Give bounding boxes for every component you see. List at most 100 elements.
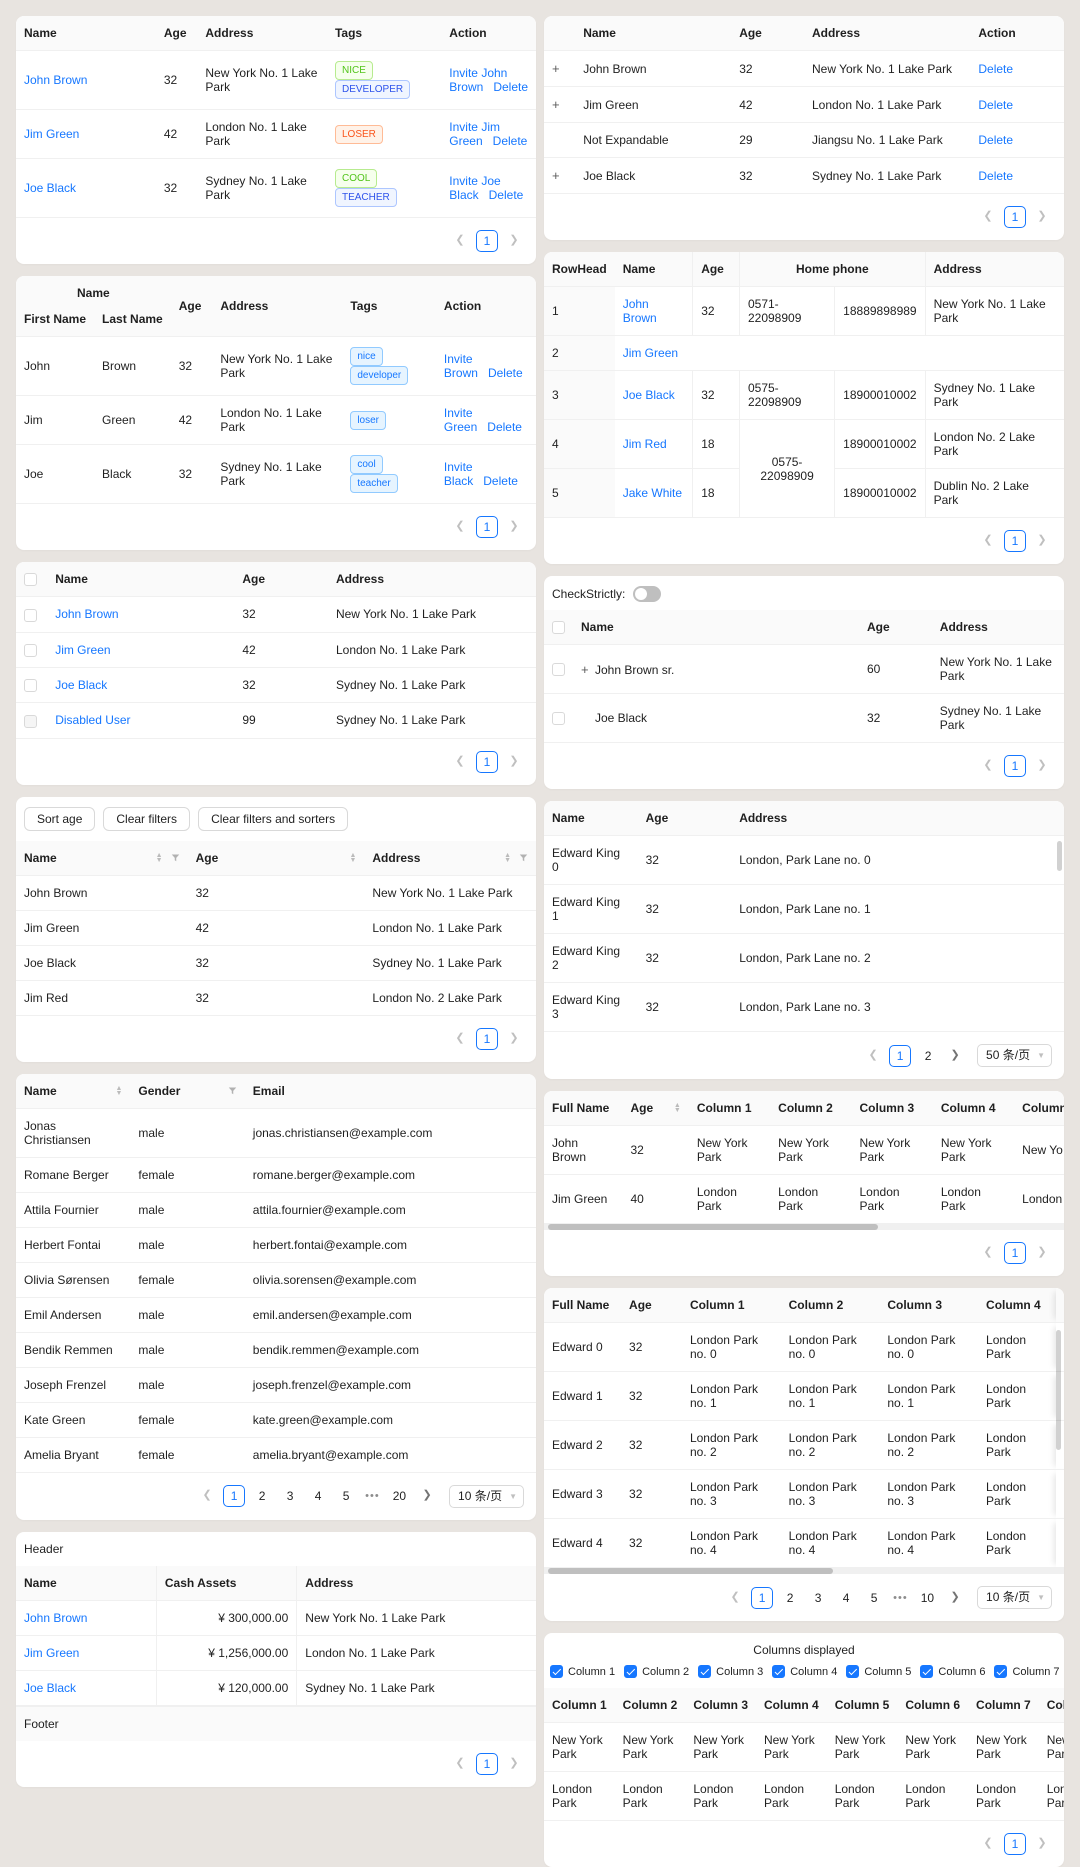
sort-age-button[interactable]: Sort age [24, 807, 95, 831]
expand-plus-icon[interactable]: + [552, 168, 566, 183]
tag[interactable]: TEACHER [335, 188, 397, 207]
tag[interactable]: developer [350, 366, 408, 385]
row-name-link[interactable]: Jim Red [623, 437, 667, 451]
col-column-4[interactable]: Column 4 [978, 1288, 1056, 1323]
tag[interactable]: teacher [350, 474, 397, 493]
sorter-icon[interactable]: ▲▼ [674, 1103, 681, 1113]
col-column-4[interactable]: Column 4 [933, 1091, 1014, 1126]
row-name-link[interactable]: Joe Black [24, 1681, 76, 1695]
row-name-link[interactable]: Jim Green [24, 127, 79, 141]
col-column-1[interactable]: Column 1 [544, 1688, 615, 1723]
column-toggle-7[interactable]: Column 7 [994, 1665, 1059, 1678]
col-column-2[interactable]: Column 2 [770, 1091, 851, 1126]
tag[interactable]: cool [350, 455, 382, 474]
tag[interactable]: nice [350, 347, 382, 366]
invite-link[interactable]: Invite Black [444, 460, 473, 488]
vertical-scrollbar[interactable] [1056, 1330, 1061, 1450]
pagination-page[interactable]: 4 [307, 1485, 329, 1507]
row-name-link[interactable]: Disabled User [55, 713, 130, 727]
col-column-3[interactable]: Column 3 [685, 1688, 756, 1723]
pagination-prev-icon[interactable]: ❮ [978, 1833, 998, 1855]
col-column-4[interactable]: Column 4 [756, 1688, 827, 1723]
expand-plus-icon[interactable]: + [581, 662, 595, 677]
delete-link[interactable]: Delete [978, 98, 1013, 112]
delete-link[interactable]: Delete [483, 474, 518, 488]
col-address[interactable]: Address [925, 252, 1064, 287]
pagination-page[interactable]: 4 [835, 1587, 857, 1609]
pagination-page[interactable]: 1 [1004, 1833, 1026, 1855]
pagination-page[interactable]: 5 [335, 1485, 357, 1507]
pagination-page[interactable]: 1 [476, 1753, 498, 1775]
pagination-next-icon[interactable]: ❯ [1032, 206, 1052, 228]
row-name-link[interactable]: Joe Black [55, 678, 107, 692]
pagination-ellipsis[interactable]: ••• [891, 1592, 910, 1604]
expand-plus-icon[interactable]: + [552, 97, 566, 112]
checkbox-icon[interactable] [624, 1665, 637, 1678]
checkbox-icon[interactable] [550, 1665, 563, 1678]
pagination-next-icon[interactable]: ❯ [504, 230, 524, 252]
expand-plus-icon[interactable]: + [552, 61, 566, 76]
col-age[interactable]: Age [156, 16, 198, 51]
col-email[interactable]: Email [245, 1074, 536, 1109]
col-name[interactable]: Name [573, 610, 859, 645]
col-age[interactable]: Age [171, 276, 213, 337]
column-toggle-6[interactable]: Column 6 [920, 1665, 985, 1678]
pagination-next-icon[interactable]: ❯ [945, 1587, 965, 1609]
col-age[interactable]: Age [638, 801, 732, 836]
col-name[interactable]: Name [575, 16, 731, 51]
col-last-name[interactable]: Last Name [94, 302, 171, 337]
filter-icon[interactable] [519, 853, 528, 862]
pagination-prev-icon[interactable]: ❮ [725, 1587, 745, 1609]
pagination-prev-icon[interactable]: ❮ [450, 230, 470, 252]
col-tags[interactable]: Tags [342, 276, 436, 337]
pagination-page[interactable]: 10 [916, 1587, 939, 1609]
col-column-1[interactable]: Column 1 [682, 1288, 781, 1323]
col-age[interactable]: Age [731, 16, 804, 51]
tag[interactable]: COOL [335, 169, 377, 188]
checkbox-icon[interactable] [846, 1665, 859, 1678]
row-checkbox[interactable] [24, 644, 37, 657]
sorter-icon[interactable]: ▲▼ [349, 853, 356, 863]
checkbox-icon[interactable] [920, 1665, 933, 1678]
col-action[interactable]: Action [970, 16, 1064, 51]
pagination-next-icon[interactable]: ❯ [504, 751, 524, 773]
pagination-next-icon[interactable]: ❯ [504, 1028, 524, 1050]
check-strictly-switch[interactable] [633, 586, 661, 602]
col-column-5[interactable]: Column 5 [827, 1688, 898, 1723]
row-checkbox[interactable] [24, 679, 37, 692]
pagination-prev-icon[interactable]: ❮ [978, 755, 998, 777]
horizontal-scrollbar-track[interactable] [544, 1568, 1064, 1574]
row-checkbox[interactable] [552, 663, 565, 676]
pagination-next-icon[interactable]: ❯ [1032, 530, 1052, 552]
col-age[interactable]: Age [621, 1288, 682, 1323]
pagination-next-icon[interactable]: ❯ [1032, 1242, 1052, 1264]
col-column-8[interactable]: Column 8 [1039, 1688, 1064, 1723]
sorter-icon[interactable]: ▲▼ [156, 853, 163, 863]
pagination-page[interactable]: 3 [807, 1587, 829, 1609]
tag[interactable]: LOSER [335, 125, 383, 144]
pagination-page[interactable]: 20 [388, 1485, 411, 1507]
col-column-6[interactable]: Column 6 [897, 1688, 968, 1723]
col-age[interactable]: Age ▲▼ [188, 841, 365, 876]
col-name[interactable]: Name ▲▼ [16, 841, 188, 876]
tag[interactable]: DEVELOPER [335, 80, 410, 99]
delete-link[interactable]: Delete [488, 366, 523, 380]
column-toggle-1[interactable]: Column 1 [550, 1665, 615, 1678]
checkbox-icon[interactable] [772, 1665, 785, 1678]
delete-link[interactable]: Delete [489, 188, 524, 202]
pagination-page[interactable]: 1 [476, 1028, 498, 1050]
col-address[interactable]: Address ▲▼ [364, 841, 536, 876]
col-column-7[interactable]: Column 7 [968, 1688, 1039, 1723]
pagination-page[interactable]: 1 [223, 1485, 245, 1507]
pagination-page[interactable]: 1 [476, 751, 498, 773]
pagination-prev-icon[interactable]: ❮ [197, 1485, 217, 1507]
col-column-3[interactable]: Column 3 [852, 1091, 933, 1126]
col-age[interactable]: Age [859, 610, 932, 645]
pagination-next-icon[interactable]: ❯ [1032, 755, 1052, 777]
pagination-page[interactable]: 1 [751, 1587, 773, 1609]
pagination-prev-icon[interactable]: ❮ [450, 1028, 470, 1050]
col-column-2[interactable]: Column 2 [781, 1288, 880, 1323]
sorter-icon[interactable]: ▲▼ [504, 853, 511, 863]
delete-link[interactable]: Delete [978, 62, 1013, 76]
pagination-next-icon[interactable]: ❯ [504, 1753, 524, 1775]
